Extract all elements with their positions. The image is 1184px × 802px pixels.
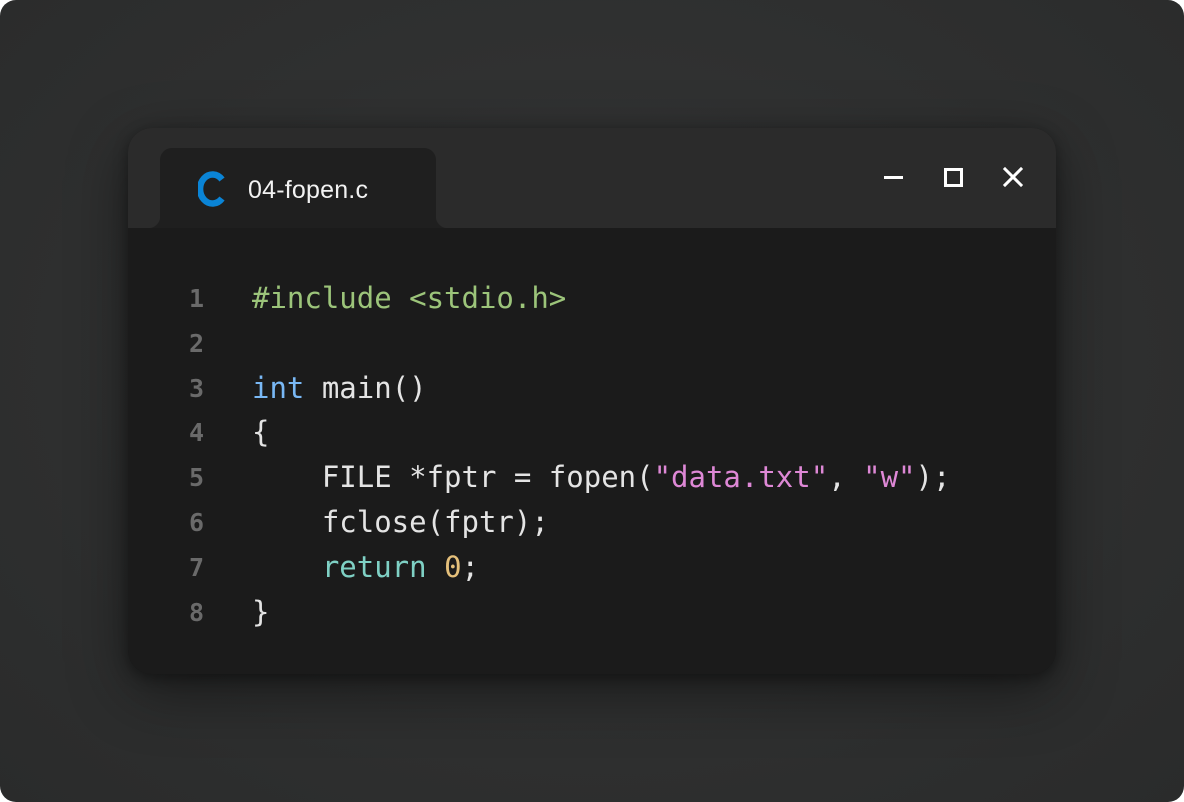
code-token-plain: , — [828, 460, 864, 495]
file-tab[interactable]: 04-fopen.c — [148, 148, 448, 228]
code-text: #include <stdio.h> — [252, 276, 566, 321]
code-line: 7 return 0; — [128, 545, 1056, 590]
code-text: fclose(fptr); — [252, 500, 549, 545]
code-text: int main() — [252, 366, 427, 411]
line-number: 3 — [188, 373, 204, 403]
code-token-plain: fclose(fptr); — [252, 505, 549, 539]
line-number: 4 — [188, 418, 204, 448]
code-window: 04-fopen.c 1 #include <stdio.h> 2 3 int main… — [128, 128, 1056, 674]
code-token-plain: { — [252, 415, 270, 450]
line-number: 8 — [188, 597, 204, 627]
line-number: 1 — [188, 284, 204, 313]
code-token-plain: } — [252, 594, 270, 629]
close-icon[interactable] — [998, 162, 1028, 192]
tab-title: 04-fopen.c — [248, 176, 369, 204]
code-line: 6 fclose(fptr); — [128, 500, 1056, 545]
maximize-icon[interactable] — [938, 162, 968, 192]
code-token-string: "data.txt" — [653, 460, 829, 495]
line-number: 2 — [188, 328, 204, 358]
code-token-preprocessor: #include <stdio.h> — [252, 281, 567, 315]
code-text: } — [252, 590, 269, 635]
code-line: 2 — [128, 321, 1056, 366]
code-editor[interactable]: 1 #include <stdio.h> 2 3 int main() 4{5 FILE … — [128, 228, 1056, 674]
code-token-keyword: int — [252, 370, 305, 405]
code-line: 3 int main() — [128, 366, 1056, 411]
code-token-plain: ; — [461, 549, 480, 584]
title-bar: 04-fopen.c — [128, 128, 1056, 228]
code-token-return: return — [321, 549, 427, 584]
code-token-plain: ); — [915, 460, 951, 495]
line-number: 5 — [188, 463, 204, 493]
code-line: 5 FILE *fptr = fopen("data.txt", "w"); — [128, 455, 1056, 500]
code-token-plain: main() — [304, 370, 427, 405]
code-token-number: 0 — [444, 549, 462, 584]
c-language-icon — [196, 171, 226, 207]
minimize-icon[interactable] — [878, 162, 908, 192]
code-line: 1 #include <stdio.h> — [128, 276, 1056, 321]
code-line: 8} — [128, 590, 1056, 635]
code-token-plain: FILE *fptr = fopen( — [252, 460, 654, 495]
background: 04-fopen.c 1 #include <stdio.h> 2 3 int main… — [0, 0, 1184, 802]
code-text: FILE *fptr = fopen("data.txt", "w"); — [252, 455, 951, 500]
line-number: 6 — [188, 508, 204, 537]
line-number: 7 — [188, 552, 204, 582]
code-text: { — [252, 410, 269, 455]
code-token-string: "w" — [863, 460, 916, 495]
code-text: return 0; — [252, 545, 479, 590]
code-line: 4{ — [128, 410, 1056, 455]
